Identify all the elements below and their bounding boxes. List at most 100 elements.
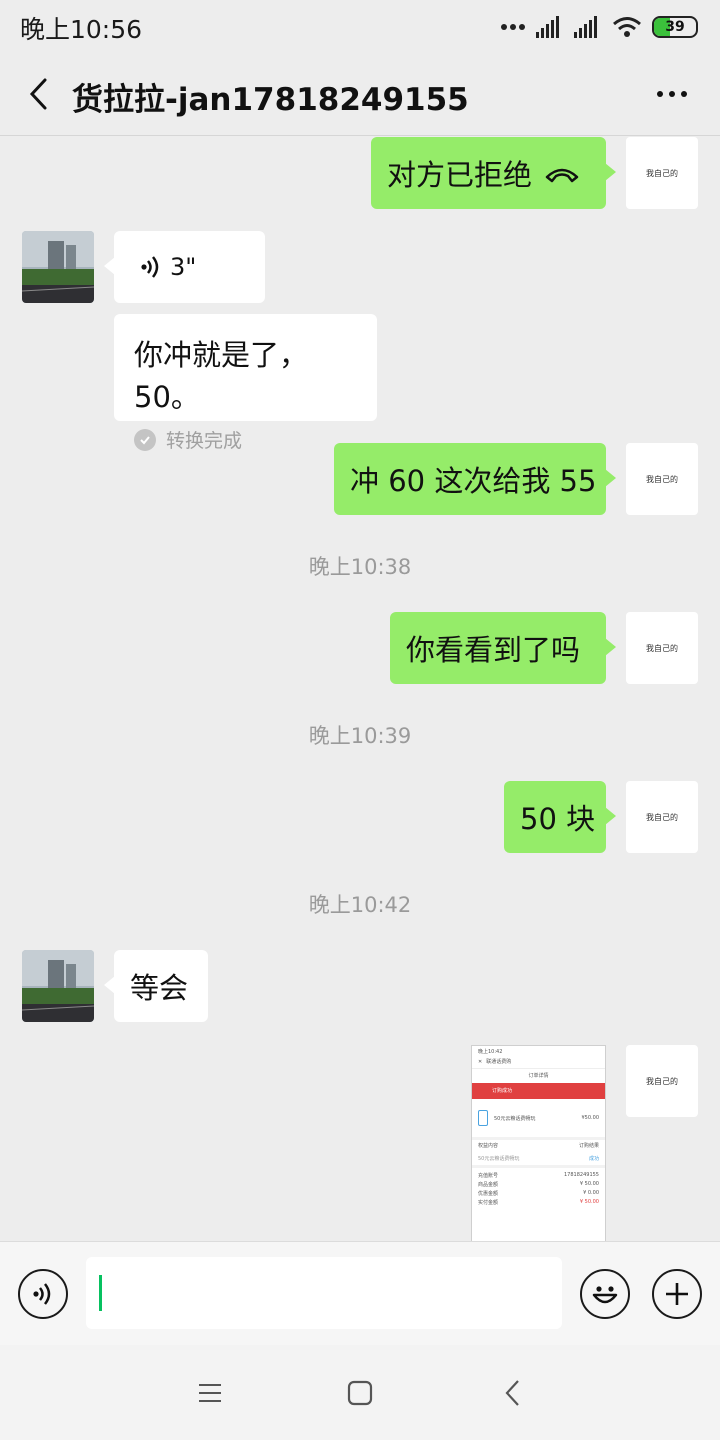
timestamp: 晚上10:42 (308, 893, 412, 917)
avatar[interactable]: 我自己的 (626, 781, 698, 853)
thumb-row-label: 实付金额 (478, 1200, 499, 1206)
thumb-product-name: 50元云粮话费畅玩 (494, 1115, 536, 1122)
message-bubble[interactable]: 冲 60 这次给我 55 (334, 443, 616, 515)
voice-icon (33, 1283, 51, 1305)
chat-header: 货拉拉-jan17818249155 (0, 54, 720, 136)
thumb-app-header: ✕ 联通话费购 (472, 1055, 605, 1069)
screenshot-image-message[interactable]: 晚上10:42 ✕ 联通话费购 订单详情 订购成功 50元云粮话费畅玩 ¥50.… (471, 1045, 606, 1241)
emoji-icon (592, 1286, 618, 1304)
more-button[interactable] (652, 74, 692, 114)
thumb-row: 商品金额 ¥ 50.00 (472, 1181, 605, 1190)
avatar-label: 我自己的 (646, 643, 678, 653)
avatar-label: 我自己的 (646, 168, 678, 178)
avatar[interactable]: 我自己的 (626, 612, 698, 684)
thumb-right-label: 订购结果 (578, 1143, 599, 1149)
home-button[interactable] (340, 1373, 380, 1413)
more-dot (669, 91, 675, 97)
chat-title: 货拉拉-jan17818249155 (72, 82, 469, 118)
thumb-rows: 充值账号 17818249155 商品金额 ¥ 50.00 优惠金额 ¥ 0.00 实… (472, 1165, 605, 1208)
wifi-icon (613, 17, 641, 37)
avatar-label: 我自己的 (646, 1076, 678, 1086)
battery-level: 39 (665, 19, 685, 35)
back-button[interactable] (18, 74, 58, 114)
avatar[interactable]: 我自己的 (626, 1045, 698, 1117)
message-bubble[interactable]: 50 块 (504, 781, 616, 853)
battery-icon: 39 (652, 16, 698, 38)
contact-avatar[interactable] (22, 231, 94, 303)
check-icon (134, 428, 156, 451)
thumb-left-label: 权益内容 (478, 1143, 499, 1149)
nav-back-button[interactable] (492, 1373, 532, 1413)
thumb-row-value: ¥ 0.00 (583, 1190, 599, 1196)
thumb-row-value: ¥ 50.00 (579, 1181, 599, 1187)
menu-icon (199, 1384, 221, 1402)
avatar[interactable]: 我自己的 (626, 137, 698, 209)
thumb-status-time: 晚上10:42 (478, 1049, 503, 1055)
message-text: 等会 (130, 971, 189, 1005)
thumb-product: 50元云粮话费畅玩 ¥50.00 (472, 1099, 605, 1137)
thumb-row-label: 优惠金额 (478, 1191, 499, 1197)
thumb-row-label: 商品金额 (478, 1182, 499, 1188)
voice-duration: 3" (170, 253, 197, 281)
signal-icon-2 (574, 16, 597, 38)
signal-icon (536, 16, 559, 38)
thumb-row: 充值账号 17818249155 (472, 1172, 605, 1181)
transcript-status-text: 转换完成 (166, 430, 243, 452)
home-square-icon (347, 1380, 373, 1406)
thumb-row-label: 充值账号 (478, 1173, 499, 1179)
thumb-row: 实付金额 ¥ 50.00 (472, 1199, 605, 1208)
more-dots-icon (657, 91, 663, 97)
timestamp: 晚上10:38 (308, 555, 412, 579)
thumb-detail: 50元云粮话费畅玩 成功 (472, 1151, 605, 1165)
thumb-row: 优惠金额 ¥ 0.00 (472, 1190, 605, 1199)
call-rejected-bubble[interactable]: 对方已拒绝 (371, 137, 616, 209)
thumb-phone-icon (478, 1110, 488, 1126)
message-text: 50 块 (520, 802, 596, 836)
message-bubble[interactable]: 你看看到了吗 (390, 612, 616, 684)
message-input[interactable] (86, 1257, 562, 1329)
message-text: 冲 60 这次给我 55 (350, 464, 597, 498)
status-icons: 39 (500, 12, 698, 42)
voice-transcript[interactable]: 你冲就是了，50。 转换完成 (114, 314, 377, 452)
thumb-status: 晚上10:42 (472, 1046, 605, 1055)
status-time: 晚上10:56 (20, 15, 143, 44)
voice-button[interactable] (18, 1269, 68, 1319)
contact-avatar-image (22, 950, 94, 1022)
emoji-button[interactable] (580, 1269, 630, 1319)
contact-avatar[interactable] (22, 950, 94, 1022)
back-triangle-icon (505, 1380, 519, 1406)
chevron-left-icon (29, 78, 47, 110)
call-rejected-text: 对方已拒绝 (387, 158, 533, 192)
thumb-app-title: 联通话费购 (486, 1059, 512, 1065)
voice-wave-icon (141, 256, 159, 278)
menu-button[interactable] (190, 1373, 230, 1413)
thumb-close-icon: ✕ (478, 1058, 483, 1065)
avatar-label: 我自己的 (646, 812, 678, 822)
voice-transcript-text: 你冲就是了，50。 (134, 338, 309, 414)
input-bar (0, 1241, 720, 1345)
chat-area[interactable]: 对方已拒绝 我自己的 3" 你冲就是了，50。 转换完成 冲 60 这次给我 5… (0, 137, 720, 1241)
thumb-page-title: 订单详情 (528, 1073, 549, 1079)
more-dot (681, 91, 687, 97)
message-bubble[interactable]: 等会 (104, 950, 208, 1022)
transcript-status: 转换完成 (134, 426, 357, 453)
plus-circle-icon (666, 1283, 688, 1305)
status-bar: 晚上10:56 39 (0, 0, 720, 54)
thumb-banner-text: 订购成功 (492, 1088, 513, 1094)
thumb-row-value: ¥ 50.00 (579, 1199, 599, 1205)
phone-hangup-icon (545, 168, 579, 183)
add-button[interactable] (652, 1269, 702, 1319)
contact-avatar-image (22, 231, 94, 303)
thumb-banner: 订购成功 (472, 1083, 605, 1099)
thumb-detail-line: 50元云粮话费畅玩 (478, 1155, 520, 1162)
more-status-icon (501, 24, 525, 30)
thumb-product-price: ¥50.00 (581, 1115, 600, 1121)
thumb-row-value: 17818249155 (564, 1172, 599, 1178)
thumb-detail-status: 成功 (588, 1155, 599, 1162)
text-caret (99, 1275, 102, 1311)
voice-message-bubble[interactable]: 3" (104, 231, 265, 303)
thumb-labels: 权益内容 订购结果 (472, 1137, 605, 1151)
avatar[interactable]: 我自己的 (626, 443, 698, 515)
system-nav-bar (0, 1345, 720, 1440)
message-text: 你看看到了吗 (406, 633, 581, 667)
